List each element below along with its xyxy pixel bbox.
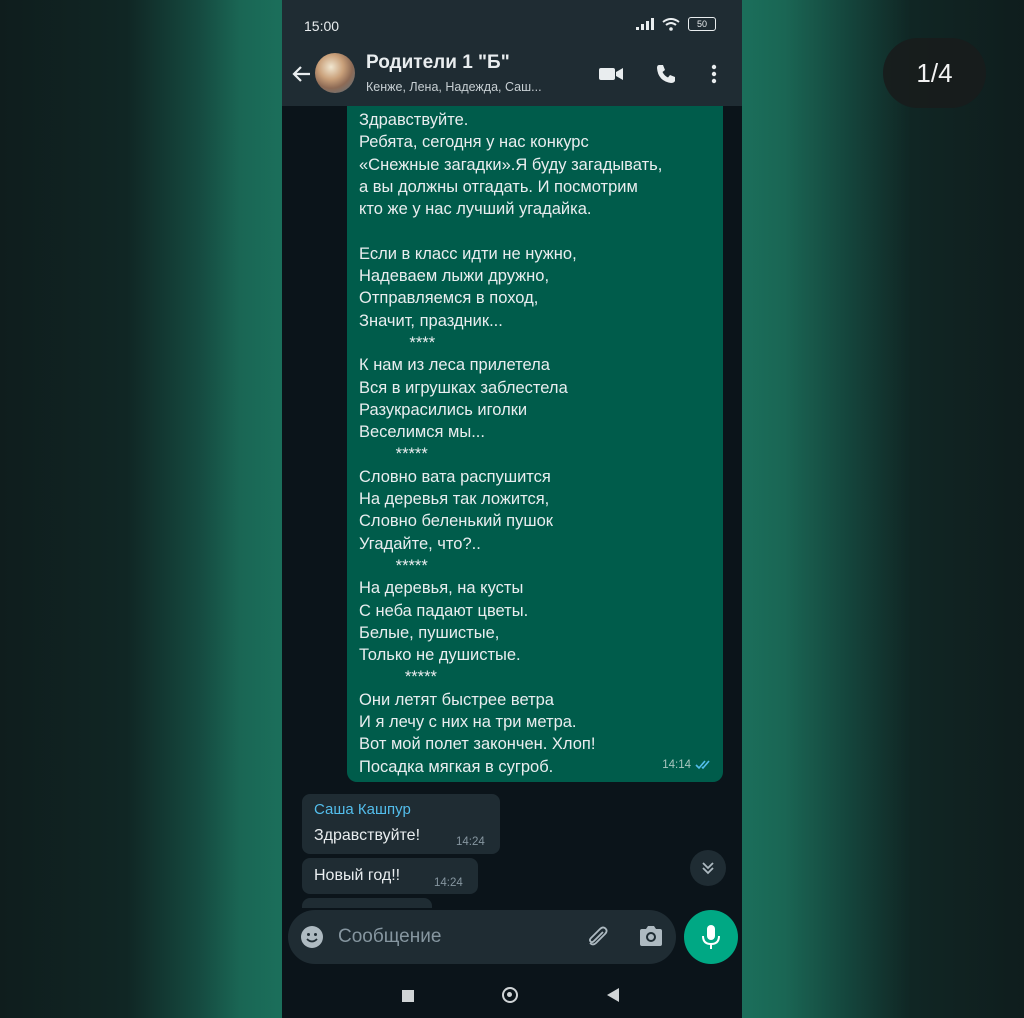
message-time: 14:24 <box>456 836 485 848</box>
video-call-icon[interactable] <box>598 62 624 86</box>
incoming-message[interactable]: Новый год!! 14:24 <box>302 858 478 894</box>
phone-screen: 15:00 50 Родители 1 "Б" Кенже, Лена, Над… <box>282 0 742 1018</box>
incoming-message[interactable]: Саша Кашпур Здравствуйте! 14:24 <box>302 794 500 854</box>
chat-title[interactable]: Родители 1 "Б" <box>366 52 510 74</box>
message-text: Здравствуйте! <box>314 827 421 844</box>
chat-participants[interactable]: Кенже, Лена, Надежда, Саш... <box>366 80 542 94</box>
arrow-left-icon[interactable] <box>290 62 314 86</box>
microphone-icon <box>702 925 720 949</box>
image-counter: 1/4 <box>883 38 986 108</box>
message-time: 14:14 <box>662 758 691 771</box>
battery-icon: 50 <box>688 17 716 31</box>
emoji-icon[interactable] <box>300 925 324 949</box>
message-meta: 14:14 <box>662 754 713 776</box>
system-nav-bar <box>282 972 742 1018</box>
wifi-icon <box>662 17 680 31</box>
camera-icon[interactable] <box>638 924 664 948</box>
sender-name[interactable]: Саша Кашпур <box>314 801 411 818</box>
message-input[interactable]: Сообщение <box>338 926 441 948</box>
home-button[interactable] <box>502 987 518 1003</box>
voice-message-button[interactable] <box>684 910 738 964</box>
outgoing-message[interactable]: Здравствуйте. Ребята, сегодня у нас конк… <box>347 106 723 782</box>
blurred-background-right <box>742 0 1024 1018</box>
status-time: 15:00 <box>304 18 340 34</box>
signal-icon <box>636 18 654 30</box>
paperclip-icon[interactable] <box>584 924 610 950</box>
status-bar: 15:00 50 <box>282 0 742 46</box>
chat-header[interactable]: Родители 1 "Б" Кенже, Лена, Надежда, Саш… <box>282 46 742 106</box>
message-time: 14:24 <box>434 877 463 889</box>
chat-area[interactable]: Здравствуйте. Ребята, сегодня у нас конк… <box>282 106 742 908</box>
message-text: Новый год!! <box>314 867 401 884</box>
phone-icon[interactable] <box>654 62 678 86</box>
message-composer[interactable]: Сообщение <box>288 910 676 964</box>
scroll-to-bottom-button[interactable] <box>690 850 726 886</box>
recents-button[interactable] <box>402 990 414 1002</box>
status-icons: 50 <box>636 17 716 31</box>
message-text: Здравствуйте. Ребята, сегодня у нас конк… <box>359 111 663 776</box>
double-check-icon <box>695 760 710 770</box>
partial-message <box>302 898 432 908</box>
more-vert-icon[interactable] <box>706 62 722 86</box>
blurred-background-left <box>0 0 282 1018</box>
chevron-double-down-icon <box>702 862 714 875</box>
back-button[interactable] <box>607 988 619 1002</box>
group-avatar[interactable] <box>315 53 355 93</box>
